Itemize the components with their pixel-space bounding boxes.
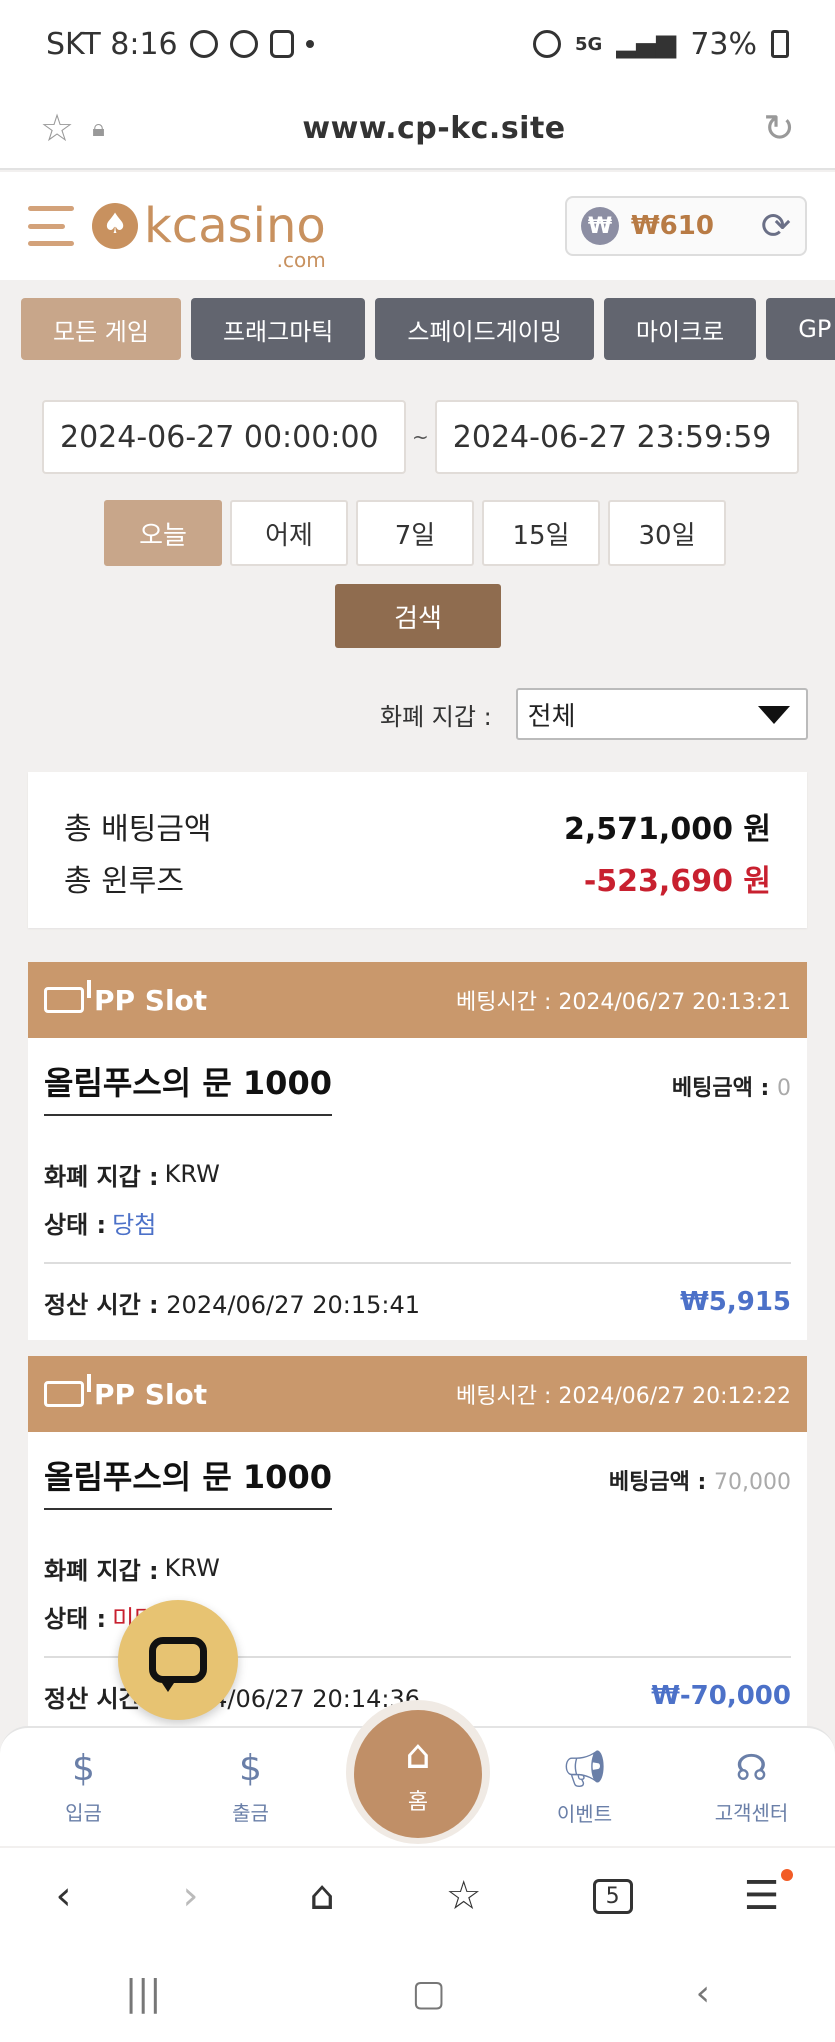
notification-dot: [781, 1869, 794, 1881]
recent-apps-icon[interactable]: |||: [125, 1973, 161, 2014]
android-back-icon[interactable]: ‹: [696, 1973, 710, 2014]
total-winloss-label: 총 윈루즈: [64, 864, 184, 899]
url-text[interactable]: www.cp-kc.site: [105, 111, 763, 146]
tab-all-games[interactable]: 모든 게임: [21, 298, 181, 360]
tab-pragmatic[interactable]: 프래그마틱: [190, 298, 366, 360]
currency-row: 화폐 지갑 : KRW: [44, 1160, 220, 1191]
back-icon[interactable]: ‹: [55, 1873, 71, 1919]
status-badge: 당첨: [112, 1210, 157, 1239]
bookmark-star-icon[interactable]: ☆: [40, 106, 74, 150]
browser-toolbar: ‹ › ⌂ ☆ 5 ☰: [0, 1848, 835, 1944]
signal-icon: ▂▄▆: [616, 29, 677, 59]
bet-card-header: PP Slot 베팅시간 : 2024/06/27 20:12:22: [28, 1356, 807, 1432]
30-days-button[interactable]: 30일: [608, 500, 726, 566]
status-bar: SKT 8:16 5G ▂▄▆ 73%: [0, 0, 835, 88]
nav-support[interactable]: ☊ 고객센터: [692, 1748, 812, 1826]
more-notifications-icon: [305, 40, 314, 48]
total-bet-value: 2,571,000 원: [564, 812, 771, 847]
tab-gp[interactable]: GP: [766, 298, 835, 360]
search-button[interactable]: 검색: [335, 584, 501, 648]
app-notification-icon: [189, 30, 218, 58]
logo-text: kcasino .com: [144, 198, 326, 272]
settlement-row: 정산 시간 : 2024/06/27 20:15:41 ₩5,915: [44, 1287, 791, 1319]
tabs-icon[interactable]: 5: [592, 1878, 633, 1914]
app-notification-icon: [229, 30, 258, 58]
nav-event[interactable]: 📢︎ 이벤트: [525, 1748, 645, 1827]
bookmarks-icon[interactable]: ☆: [446, 1873, 482, 1919]
chevron-down-icon: [757, 706, 790, 724]
date-to-input[interactable]: 2024-06-27 23:59:59: [434, 400, 799, 474]
megaphone-icon: 📢︎: [561, 1748, 608, 1790]
home-icon: ⌂: [405, 1732, 431, 1778]
payout-amount: ₩5,915: [680, 1287, 791, 1317]
reload-icon[interactable]: ↻: [763, 106, 795, 150]
android-navigation: ||| ▢ ‹: [0, 1944, 835, 2042]
live-chat-button[interactable]: [118, 1600, 238, 1720]
logo[interactable]: kcasino .com: [92, 198, 326, 272]
7-days-button[interactable]: 7일: [356, 500, 474, 566]
lock-icon[interactable]: 🔒︎: [92, 114, 105, 142]
total-winloss-value: -523,690 원: [583, 864, 771, 899]
wallet-filter-value: 전체: [527, 701, 576, 732]
slot-machine-icon: [44, 980, 91, 1013]
provider-name: PP Slot: [94, 1377, 208, 1411]
refresh-balance-icon[interactable]: ⟳: [761, 206, 791, 247]
wallet-balance-box: ₩ ₩610 ⟳: [565, 196, 807, 256]
bet-time: 베팅시간 : 2024/06/27 20:13:21: [456, 990, 791, 1015]
bet-card-header: PP Slot 베팅시간 : 2024/06/27 20:13:21: [28, 962, 807, 1038]
home-icon[interactable]: ⌂: [309, 1873, 334, 1919]
payout-amount: ₩-70,000: [651, 1681, 791, 1711]
chat-bubble-icon: [149, 1637, 207, 1692]
bet-amount: 베팅금액 : 70,000: [608, 1470, 791, 1495]
wallet-filter: 화폐 지갑 : 전체: [380, 688, 808, 740]
app-header: kcasino .com ₩ ₩610 ⟳: [0, 172, 835, 280]
headset-icon: ☊: [735, 1748, 768, 1789]
wallet-balance: ₩610: [631, 211, 714, 241]
game-provider-tabs: 모든 게임 프래그마틱 스페이드게이밍 마이크로 GP: [21, 298, 835, 360]
slot-machine-icon: [44, 1374, 91, 1407]
game-name: 올림푸스의 문 1000: [44, 1058, 332, 1116]
browser-menu-icon[interactable]: ☰: [744, 1869, 794, 1919]
battery-level: 73%: [690, 26, 757, 62]
android-home-icon[interactable]: ▢: [411, 1973, 445, 2014]
menu-icon[interactable]: [28, 206, 74, 246]
currency-row: 화폐 지갑 : KRW: [44, 1554, 220, 1585]
deposit-icon: $: [72, 1748, 95, 1789]
provider-name: PP Slot: [94, 983, 208, 1017]
won-coin-icon: ₩: [581, 207, 619, 245]
alarm-icon: [533, 30, 561, 58]
quick-date-buttons: 오늘 어제 7일 15일 30일: [104, 500, 726, 566]
address-bar: ☆ 🔒︎ www.cp-kc.site ↻: [0, 88, 835, 170]
tab-micro[interactable]: 마이크로: [603, 298, 757, 360]
tab-spadegaming[interactable]: 스페이드게이밍: [375, 298, 594, 360]
bet-card: PP Slot 베팅시간 : 2024/06/27 20:13:21 올림푸스의…: [28, 962, 807, 1340]
logo-crown-spade-icon: [92, 203, 138, 249]
forward-icon[interactable]: ›: [182, 1873, 198, 1919]
wallet-filter-label: 화폐 지갑 :: [380, 702, 492, 731]
carrier-time: SKT 8:16: [46, 26, 178, 62]
nav-withdraw[interactable]: $ 출금: [191, 1748, 311, 1826]
date-range: 2024-06-27 00:00:00 ~ 2024-06-27 23:59:5…: [42, 400, 799, 474]
withdraw-icon: $: [239, 1748, 262, 1789]
nav-home[interactable]: ⌂ 홈: [354, 1710, 482, 1838]
nav-deposit[interactable]: $ 입금: [24, 1748, 144, 1826]
yesterday-button[interactable]: 어제: [230, 500, 348, 566]
date-separator: ~: [412, 425, 429, 449]
date-from-input[interactable]: 2024-06-27 00:00:00: [42, 400, 406, 474]
app-notification-icon: [269, 30, 294, 58]
total-bet-label: 총 배팅금액: [64, 812, 212, 847]
network-type: 5G: [575, 33, 603, 55]
bet-amount: 베팅금액 : 0: [671, 1076, 791, 1101]
bet-time: 베팅시간 : 2024/06/27 20:12:22: [456, 1384, 791, 1409]
15-days-button[interactable]: 15일: [482, 500, 600, 566]
bet-summary: 총 배팅금액 2,571,000 원 총 윈루즈 -523,690 원: [28, 772, 807, 928]
status-row: 상태 : 당첨: [44, 1198, 791, 1246]
game-name: 올림푸스의 문 1000: [44, 1452, 332, 1510]
today-button[interactable]: 오늘: [104, 500, 222, 566]
battery-icon: [771, 30, 789, 58]
wallet-filter-select[interactable]: 전체: [515, 688, 808, 740]
